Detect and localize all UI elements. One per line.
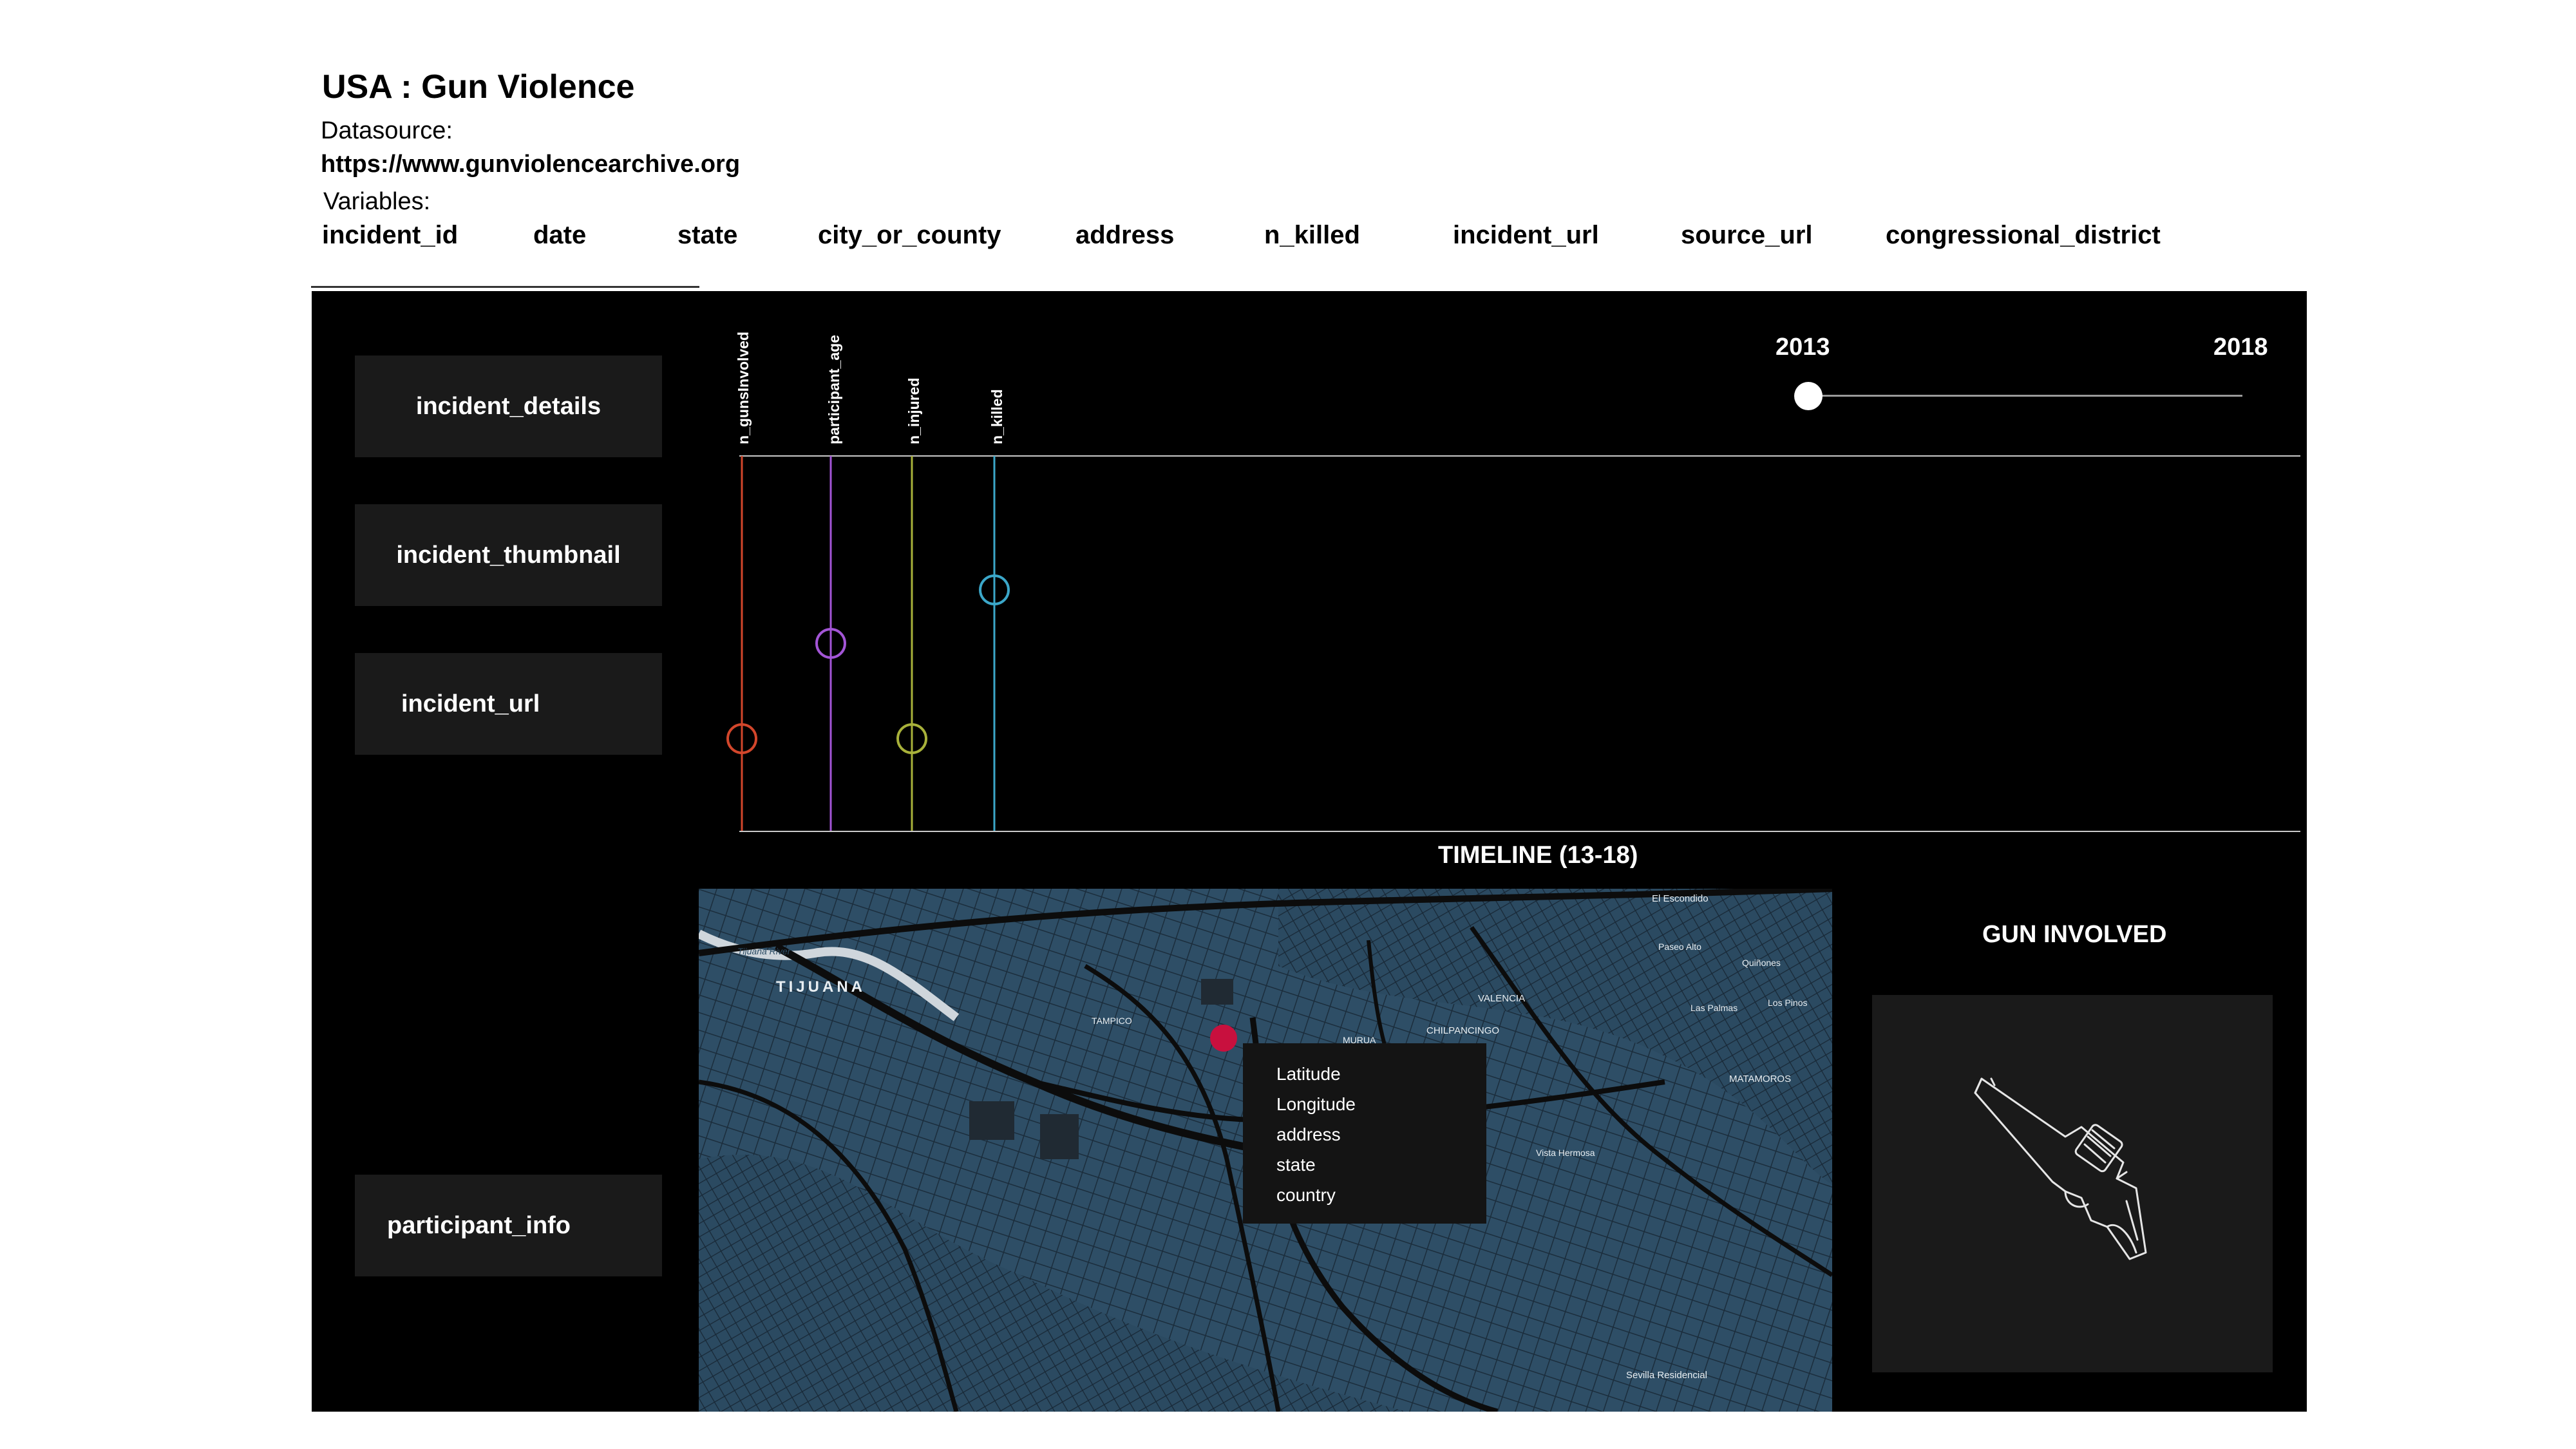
participant-info-button[interactable]: participant_info <box>355 1175 662 1276</box>
map-label-sevilla: Sevilla Residencial <box>1626 1370 1707 1381</box>
gun-image-box <box>1872 995 2273 1372</box>
year-start-label: 2013 <box>1776 334 1830 361</box>
map-label-quinones: Quiñones <box>1742 958 1781 968</box>
incident-tooltip: Latitude Longitude address state country <box>1243 1043 1486 1224</box>
map-label-chilpancingo: CHILPANCINGO <box>1426 1025 1499 1036</box>
map-label-el-escondido: El Escondido <box>1652 893 1709 904</box>
page-title: USA : Gun Violence <box>322 68 635 106</box>
variable-state[interactable]: state <box>677 221 737 250</box>
variable-city-or-county[interactable]: city_or_county <box>818 221 1001 250</box>
header-divider <box>311 286 699 288</box>
gun-involved-title: GUN INVOLVED <box>1982 921 2167 948</box>
year-end-label: 2018 <box>2213 334 2268 361</box>
timeline-label-n-killed: n_killed <box>989 389 1005 444</box>
timeline-chart <box>726 456 1010 831</box>
map-label-los-pinos: Los Pinos <box>1768 998 1807 1008</box>
tooltip-state: state <box>1276 1155 1316 1175</box>
map-label-valencia: VALENCIA <box>1478 993 1525 1004</box>
tooltip-address: address <box>1276 1124 1341 1144</box>
variables-label: Variables: <box>323 188 431 215</box>
incident-details-button[interactable]: incident_details <box>355 355 662 457</box>
variable-n-killed[interactable]: n_killed <box>1264 221 1360 250</box>
timeline-label-n-injured: n_injured <box>905 377 922 444</box>
tooltip-latitude: Latitude <box>1276 1064 1341 1084</box>
timeline-label-participant-age: participant_age <box>826 335 842 444</box>
variable-date[interactable]: date <box>533 221 586 250</box>
year-slider-track[interactable] <box>1810 395 2242 397</box>
timeline-caption: TIMELINE (13-18) <box>1438 842 1638 869</box>
map-label-las-palmas: Las Palmas <box>1690 1003 1738 1013</box>
datasource-link[interactable]: https://www.gunviolencearchive.org <box>321 151 740 178</box>
map-label-paseo-alto: Paseo Alto <box>1658 942 1701 952</box>
year-slider-handle[interactable] <box>1794 382 1823 410</box>
incident-marker[interactable] <box>1210 1025 1237 1052</box>
tooltip-country: country <box>1276 1185 1336 1205</box>
variable-congressional-district[interactable]: congressional_district <box>1886 221 2161 250</box>
incident-url-button[interactable]: incident_url <box>355 653 662 755</box>
variable-source-url[interactable]: source_url <box>1681 221 1813 250</box>
variable-incident-id[interactable]: incident_id <box>322 221 458 250</box>
tooltip-longitude: Longitude <box>1276 1094 1356 1114</box>
map-label-tijuana: TIJUANA <box>776 978 866 996</box>
timeline-label-n-gunsinvolved: n_gunsInvolved <box>735 331 752 444</box>
map-label-vista-hermosa: Vista Hermosa <box>1536 1148 1595 1158</box>
map-label-matamoros: MATAMOROS <box>1729 1074 1791 1084</box>
datasource-label: Datasource: <box>321 117 453 144</box>
map-label-tampico: TAMPICO <box>1092 1016 1132 1026</box>
variable-incident-url[interactable]: incident_url <box>1453 221 1599 250</box>
incident-thumbnail-button[interactable]: incident_thumbnail <box>355 504 662 606</box>
revolver-icon <box>1974 1077 2147 1260</box>
variable-address[interactable]: address <box>1075 221 1174 250</box>
map-label-river: Tijuana River <box>737 946 791 956</box>
